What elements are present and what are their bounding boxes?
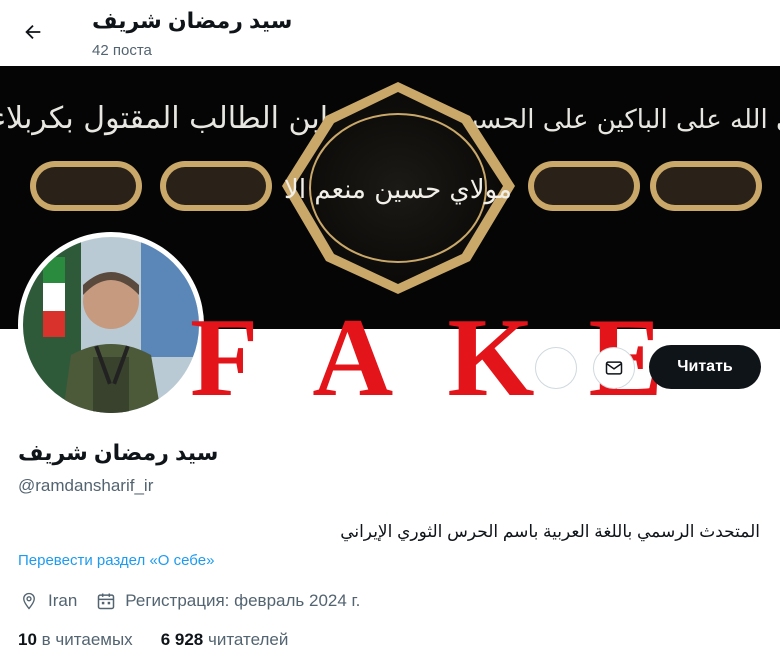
- profile-meta: Iran Регистрация: февраль 2024 г.: [18, 590, 360, 612]
- translate-bio-link[interactable]: Перевести раздел «О себе»: [18, 552, 214, 569]
- arrow-left-icon: [25, 24, 41, 40]
- following-link[interactable]: 10 в читаемых: [18, 630, 133, 650]
- post-count: 42 поста: [92, 42, 152, 59]
- followers-count: 6 928: [160, 630, 204, 649]
- banner-text-center: مولاي حسين منعم الا: [284, 175, 512, 205]
- fake-overlay: F A K E: [190, 298, 663, 418]
- mail-icon: [605, 361, 623, 375]
- top-bar: سيد رمضان شريف 42 поста: [0, 0, 780, 66]
- profile-handle: @ramdansharif_ir: [18, 476, 154, 495]
- fake-letter: K: [447, 296, 535, 420]
- fake-letter: A: [312, 296, 394, 420]
- following-count: 10: [18, 630, 37, 649]
- followers-label: читателей: [207, 630, 289, 649]
- avatar[interactable]: [18, 232, 204, 418]
- more-button[interactable]: [535, 347, 577, 389]
- followers-link[interactable]: 6 928 читателей: [161, 630, 289, 650]
- following-label: в читаемых: [41, 630, 133, 649]
- avatar-photo: [23, 237, 199, 413]
- profile-bio: المتحدث الرسمي باللغة العربية باسم الحرس…: [340, 522, 760, 541]
- profile-stats: 10 в читаемых 6 928 читателей: [18, 630, 316, 650]
- message-button[interactable]: [593, 347, 635, 389]
- join-date-text: Регистрация: февраль 2024 г.: [125, 591, 361, 610]
- location-text: Iran: [48, 591, 78, 610]
- calendar-icon: [95, 590, 117, 612]
- banner-text-left: ابن الطالب المقتول بكربلاء: [0, 101, 328, 136]
- header-title: سيد رمضان شريف: [92, 8, 293, 33]
- fake-letter: F: [190, 296, 259, 420]
- banner-text-right: صلى الله على الباكين على الحسين: [452, 105, 780, 135]
- location-pin-icon: [18, 590, 40, 612]
- profile-name: سيد رمضان شريف: [18, 440, 219, 465]
- back-button[interactable]: [18, 17, 48, 47]
- follow-button[interactable]: Читать: [649, 345, 761, 389]
